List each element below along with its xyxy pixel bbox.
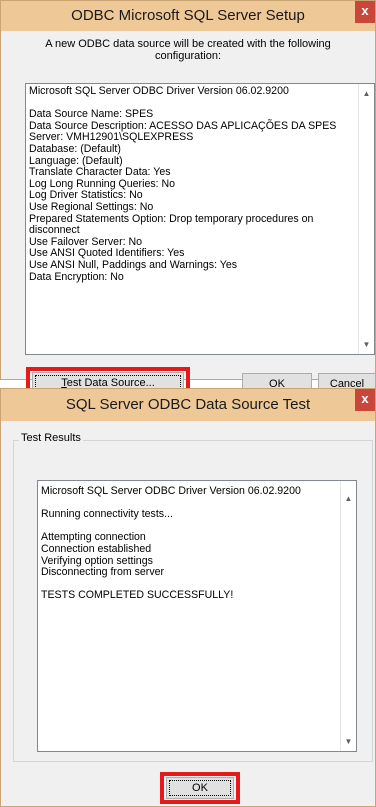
- test-close-icon[interactable]: x: [355, 389, 375, 411]
- config-scrollbar[interactable]: ▲ ▼: [358, 84, 374, 354]
- result-line: Disconnecting from server: [41, 566, 165, 579]
- setup-intro: A new ODBC data source will be created w…: [45, 38, 331, 62]
- test-results-label: Test Results: [19, 432, 83, 444]
- config-line: Database: (Default): [29, 142, 121, 155]
- result-line: Connection established: [41, 542, 152, 555]
- results-scroll-up-icon[interactable]: ▲: [341, 491, 356, 506]
- results-scrollbar[interactable]: ▲ ▼: [340, 481, 356, 751]
- config-line: Data Encryption: No: [29, 270, 124, 283]
- config-text-box[interactable]: Microsoft SQL Server ODBC Driver Version…: [25, 83, 375, 355]
- odbc-setup-dialog: ODBC Microsoft SQL Server Setup x A new …: [0, 0, 376, 380]
- config-line: Translate Character Data: Yes: [29, 166, 171, 179]
- setup-title-bar: ODBC Microsoft SQL Server Setup x: [1, 1, 375, 31]
- test-title-bar: SQL Server ODBC Data Source Test x: [1, 389, 375, 421]
- test-title: SQL Server ODBC Data Source Test: [65, 396, 311, 413]
- results-text-box[interactable]: Microsoft SQL Server ODBC Driver Version…: [37, 480, 357, 752]
- result-line: Microsoft SQL Server ODBC Driver Version…: [41, 485, 301, 497]
- result-lines: Microsoft SQL Server ODBC Driver Version…: [41, 485, 338, 602]
- scroll-down-icon[interactable]: ▼: [359, 337, 374, 352]
- data-source-test-dialog: SQL Server ODBC Data Source Test x Test …: [0, 388, 376, 807]
- config-lines: Microsoft SQL Server ODBC Driver Version…: [29, 85, 356, 283]
- setup-close-icon[interactable]: x: [355, 1, 375, 23]
- config-line: disconnect: [29, 224, 80, 237]
- config-line: Microsoft SQL Server ODBC Driver Version…: [29, 85, 289, 97]
- config-line: Use Regional Settings: No: [29, 200, 154, 213]
- highlight-ok-button: [160, 772, 240, 804]
- result-line: Running connectivity tests...: [41, 508, 173, 521]
- results-scroll-down-icon[interactable]: ▼: [341, 734, 356, 749]
- config-line: Use ANSI Null, Paddings and Warnings: Ye…: [29, 258, 238, 271]
- result-line: TESTS COMPLETED SUCCESSFULLY!: [41, 589, 234, 602]
- scroll-up-icon[interactable]: ▲: [359, 86, 374, 101]
- setup-title: ODBC Microsoft SQL Server Setup: [71, 7, 305, 24]
